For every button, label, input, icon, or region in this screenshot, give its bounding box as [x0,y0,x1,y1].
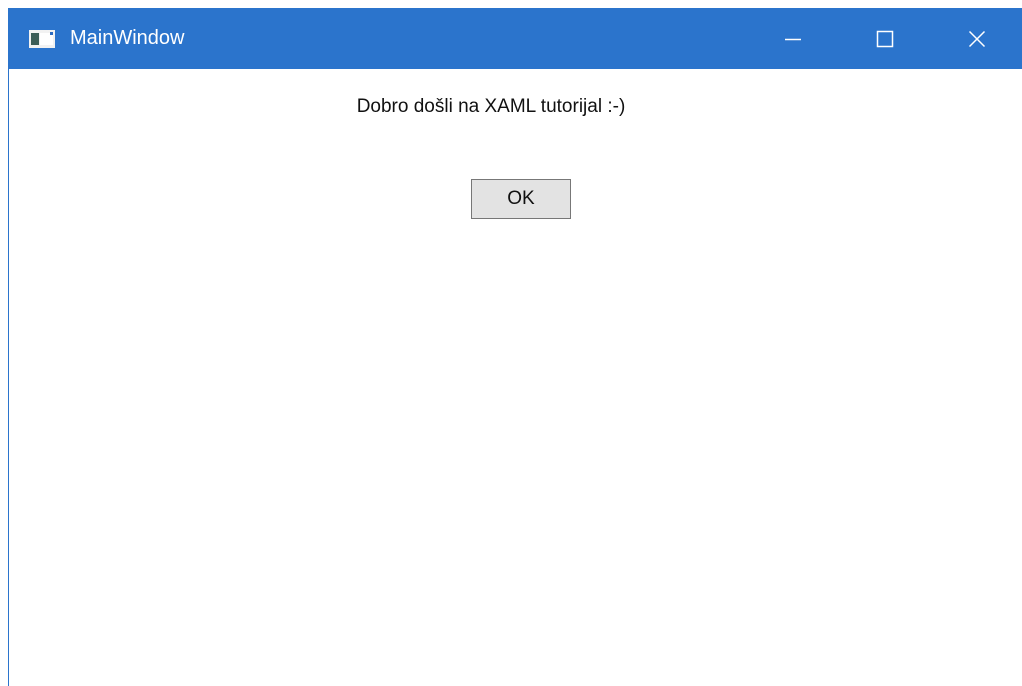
application-window-icon [29,30,55,48]
minimize-button[interactable] [747,8,839,69]
window-title: MainWindow [70,27,185,49]
close-button[interactable] [931,8,1022,69]
title-bar[interactable]: MainWindow [9,8,1022,69]
close-icon [968,30,986,47]
main-window: MainWindow Dobro došli na XAML tutorijal… [8,8,1022,686]
screen: MainWindow Dobro došli na XAML tutorijal… [0,0,1022,686]
maximize-button[interactable] [839,8,931,69]
welcome-label: Dobro došli na XAML tutorijal :-) [356,96,626,117]
maximize-icon [876,30,894,47]
ok-button[interactable]: OK [471,179,571,219]
minimize-icon [785,38,801,40]
window-content: Dobro došli na XAML tutorijal :-) OK [9,69,1022,686]
